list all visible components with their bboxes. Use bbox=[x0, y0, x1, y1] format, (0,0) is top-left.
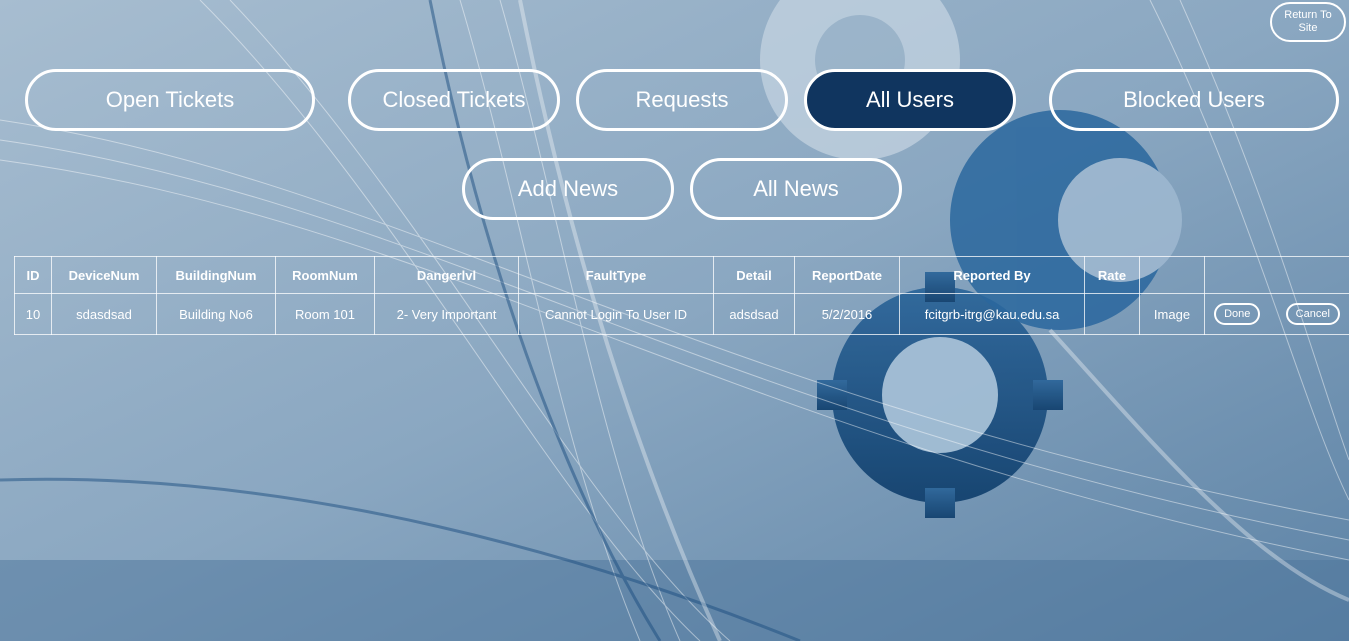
add-news-button[interactable]: Add News bbox=[462, 158, 674, 220]
cell-fault-type: Cannot Login To User ID bbox=[518, 293, 714, 335]
cell-actions: Done Cancel bbox=[1204, 293, 1349, 335]
header-building-num: BuildingNum bbox=[156, 256, 276, 294]
cell-rate bbox=[1084, 293, 1140, 335]
closed-tickets-button[interactable]: Closed Tickets bbox=[348, 69, 560, 131]
all-users-button[interactable]: All Users bbox=[804, 69, 1016, 131]
header-room-num: RoomNum bbox=[275, 256, 375, 294]
cell-detail: adsdsad bbox=[713, 293, 795, 335]
cancel-button[interactable]: Cancel bbox=[1285, 303, 1340, 325]
cell-device-num: sdasdsad bbox=[51, 293, 157, 335]
table-header-row: ID DeviceNum BuildingNum RoomNum Dangerl… bbox=[14, 256, 1349, 294]
done-button[interactable]: Done bbox=[1214, 303, 1261, 325]
cell-room-num: Room 101 bbox=[275, 293, 375, 335]
header-reported-by: Reported By bbox=[899, 256, 1085, 294]
requests-button[interactable]: Requests bbox=[576, 69, 788, 131]
header-danger-level: Dangerlvl bbox=[374, 256, 519, 294]
cell-report-date: 5/2/2016 bbox=[794, 293, 900, 335]
cell-building-num: Building No6 bbox=[156, 293, 276, 335]
header-rate: Rate bbox=[1084, 256, 1140, 294]
all-news-button[interactable]: All News bbox=[690, 158, 902, 220]
return-to-site-link[interactable]: Return To Site bbox=[1270, 2, 1346, 42]
page-content: Return To Site Open Tickets Closed Ticke… bbox=[0, 0, 1349, 641]
cell-id: 10 bbox=[14, 293, 52, 335]
header-fault-type: FaultType bbox=[518, 256, 714, 294]
header-actions bbox=[1204, 256, 1349, 294]
header-report-date: ReportDate bbox=[794, 256, 900, 294]
cell-danger-level: 2- Very Important bbox=[374, 293, 519, 335]
tickets-table: ID DeviceNum BuildingNum RoomNum Dangerl… bbox=[14, 256, 1349, 335]
blocked-users-button[interactable]: Blocked Users bbox=[1049, 69, 1339, 131]
image-link[interactable]: Image bbox=[1139, 293, 1205, 335]
header-detail: Detail bbox=[713, 256, 795, 294]
table-row: 10 sdasdsad Building No6 Room 101 2- Ver… bbox=[14, 293, 1349, 335]
header-id: ID bbox=[14, 256, 52, 294]
header-image bbox=[1139, 256, 1205, 294]
cell-reported-by: fcitgrb-itrg@kau.edu.sa bbox=[899, 293, 1085, 335]
header-device-num: DeviceNum bbox=[51, 256, 157, 294]
open-tickets-button[interactable]: Open Tickets bbox=[25, 69, 315, 131]
